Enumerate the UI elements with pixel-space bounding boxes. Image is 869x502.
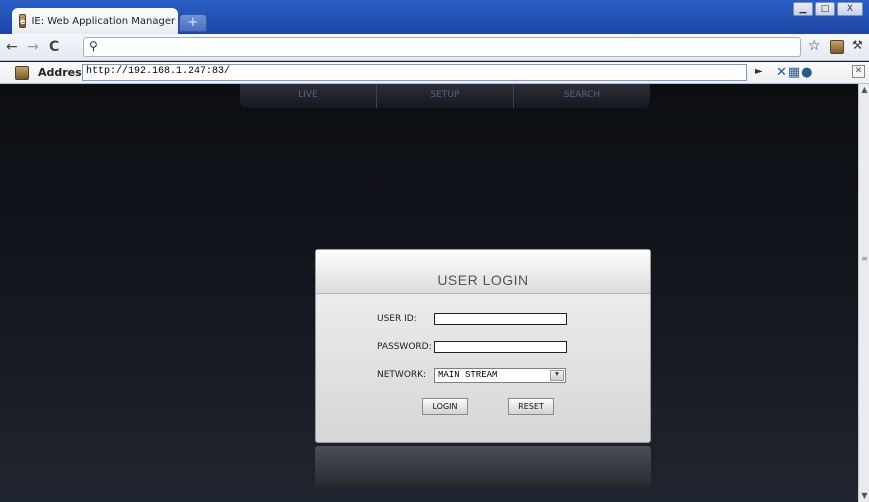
close-window-button[interactable]: X — [837, 2, 863, 16]
back-icon[interactable]: ← — [6, 39, 18, 55]
address-input[interactable]: http://192.168.1.247:83/ — [82, 64, 747, 81]
password-input[interactable] — [434, 341, 567, 353]
password-label: PASSWORD: — [377, 342, 432, 352]
window-controls: ▁ □ X — [793, 2, 863, 16]
minimize-button[interactable]: ▁ — [793, 2, 813, 16]
network-select[interactable]: MAIN STREAM ▼ — [434, 368, 566, 383]
scroll-up-icon[interactable]: ▲ — [860, 85, 869, 95]
login-button[interactable]: LOGIN — [422, 398, 468, 415]
wrench-icon[interactable]: ⚒ — [852, 38, 863, 52]
window-title-bar: e IE: Web Application Manager × + ▁ □ X — [0, 0, 869, 34]
page-menu-icon[interactable] — [830, 40, 844, 54]
login-header: USER LOGIN — [316, 250, 650, 294]
login-title: USER LOGIN — [437, 272, 529, 288]
login-panel-reflection — [315, 446, 651, 486]
omnibox[interactable]: ⚲ — [83, 37, 801, 57]
scroll-down-icon[interactable]: ▼ — [860, 491, 869, 501]
ie-tools-icons[interactable]: ✕▦● — [776, 65, 814, 80]
network-label: NETWORK: — [377, 370, 427, 380]
bookmark-star-icon[interactable]: ☆ — [808, 38, 821, 54]
nav-item-live[interactable]: LIVE — [240, 84, 377, 108]
network-selected-value: MAIN STREAM — [438, 370, 498, 380]
forward-icon[interactable]: → — [27, 39, 39, 55]
top-nav: LIVE SETUP SEARCH — [240, 84, 650, 108]
search-icon: ⚲ — [89, 39, 98, 53]
browser-toolbar: ← → C ⚲ ☆ ⚒ — [0, 34, 869, 61]
chevron-down-icon[interactable]: ▼ — [550, 370, 564, 381]
nav-item-search[interactable]: SEARCH — [514, 84, 650, 108]
nav-item-setup[interactable]: SETUP — [377, 84, 514, 108]
ie-icon — [15, 66, 29, 80]
tab-title: IE: Web Application Manager — [31, 15, 176, 27]
new-tab-button[interactable]: + — [179, 14, 207, 32]
go-icon[interactable]: ► — [755, 66, 763, 77]
user-id-input[interactable] — [434, 313, 567, 325]
scroll-grip-icon[interactable]: ≡ — [860, 254, 869, 266]
close-ie-bar-icon[interactable]: ✕ — [852, 65, 865, 78]
reload-icon[interactable]: C — [49, 39, 59, 55]
browser-tab[interactable]: e IE: Web Application Manager × — [12, 8, 189, 34]
ie-address-bar: Address: http://192.168.1.247:83/ ► ✕▦● … — [0, 62, 869, 84]
ie-tab-icon: e — [19, 14, 27, 28]
user-id-label: USER ID: — [377, 314, 417, 324]
login-panel: USER LOGIN USER ID: PASSWORD: NETWORK: M… — [315, 249, 651, 443]
vertical-scrollbar[interactable]: ▲ ≡ ▼ — [858, 84, 869, 502]
reset-button[interactable]: RESET — [508, 398, 554, 415]
maximize-button[interactable]: □ — [815, 2, 835, 16]
